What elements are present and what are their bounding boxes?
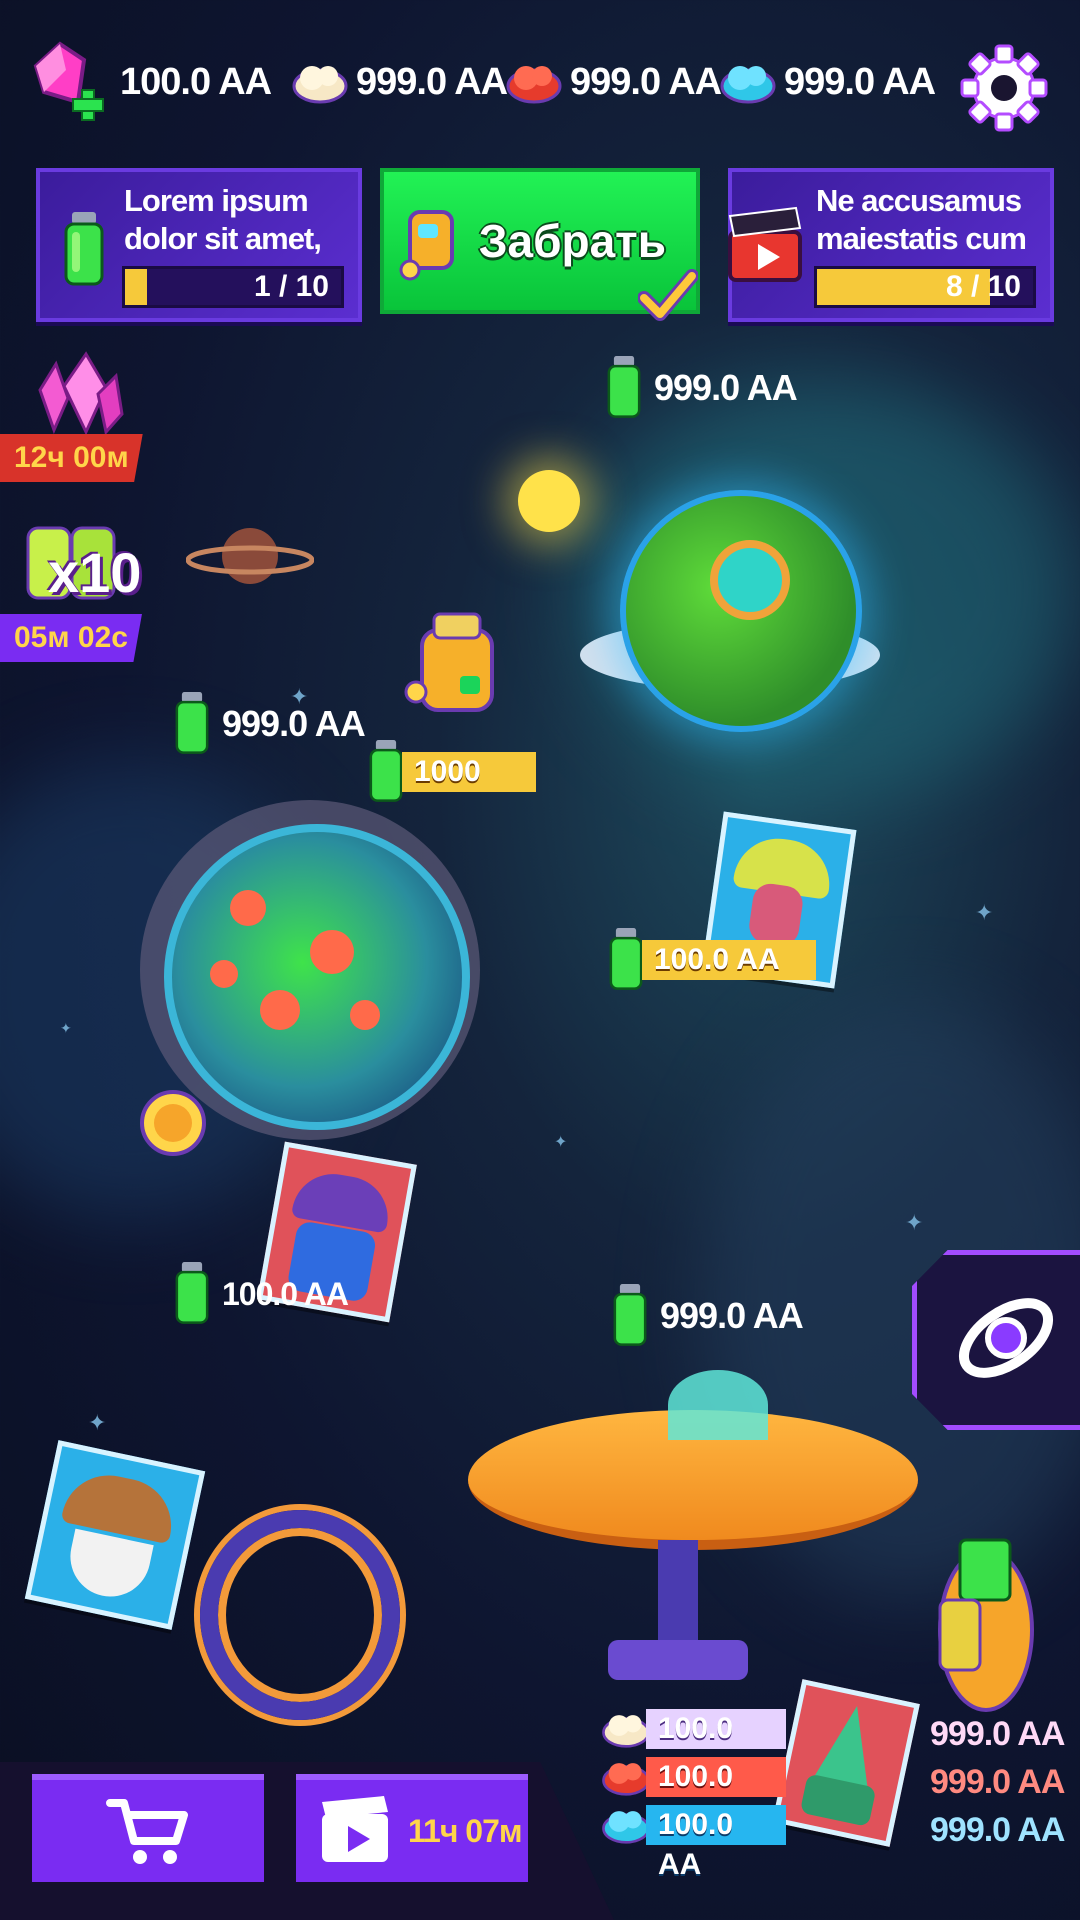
planet-green-world[interactable] — [560, 470, 900, 770]
galaxy-icon — [958, 1298, 1054, 1378]
ship-icon — [399, 210, 454, 281]
quest-right-text: Ne accusamus maiestatis cum — [816, 183, 1027, 256]
claim-button[interactable]: Забрать — [380, 168, 700, 321]
planet2-income[interactable]: 999.0 AA — [172, 692, 366, 756]
mushroom-income-value: 100.0 AA — [642, 940, 816, 980]
crystal-timer: 12ч 00м — [0, 434, 143, 482]
video-reward-button[interactable]: 11ч 07м — [296, 1774, 528, 1882]
cost-white-value: 100.0 AA — [646, 1709, 786, 1785]
planet2-income-value: 999.0 AA — [222, 703, 366, 744]
video-timer: 11ч 07м — [408, 1812, 523, 1849]
check-icon — [638, 269, 698, 321]
quest-left-progress-fill — [125, 269, 147, 305]
video-play-icon — [322, 1796, 388, 1862]
boost-timer: 05м 02с — [0, 614, 142, 662]
red-cloud-amount: 999.0 AA — [570, 60, 722, 103]
base-income-value: 999.0 AA — [660, 1295, 804, 1336]
elder-character-card[interactable] — [24, 1440, 206, 1630]
planet1-income[interactable]: 999.0 AA — [604, 356, 798, 420]
wizard-income-value: 100.0 AA — [222, 1275, 349, 1312]
portal-ring[interactable] — [200, 1510, 400, 1720]
shop-button[interactable] — [32, 1774, 264, 1882]
quest-panel-left[interactable]: Lorem ipsum dolor sit amet, net nec 1 / … — [36, 168, 362, 322]
white-cloud-icon — [292, 66, 348, 104]
ship-cost-badge[interactable]: 1000 — [366, 740, 536, 804]
red-cloud-counter: 999.0 AA — [504, 52, 722, 112]
total-white: 999.0 AA — [930, 1715, 1065, 1753]
cargo-ship[interactable] — [920, 1520, 1040, 1720]
gear-icon[interactable] — [960, 44, 1048, 132]
quest-right-progress: 8 / 10 — [814, 266, 1036, 308]
orb-drone — [140, 1090, 206, 1156]
galaxy-button[interactable] — [912, 1250, 1080, 1430]
cost-row-white[interactable]: 100.0 AA — [600, 1708, 786, 1785]
cart-icon — [106, 1799, 188, 1864]
yellow-ship[interactable] — [400, 600, 510, 730]
green-jar-icon — [607, 356, 641, 418]
blue-cloud-amount: 999.0 AA — [784, 60, 936, 103]
red-cloud-icon — [506, 66, 562, 104]
mushroom-income[interactable]: 100.0 AA — [606, 928, 816, 992]
crystal-offer[interactable]: 12ч 00м — [0, 350, 150, 486]
claim-label: Забрать — [478, 215, 666, 267]
video-clapper-icon — [728, 206, 802, 282]
green-jar-icon — [609, 928, 643, 990]
quest-panel-right[interactable]: Ne accusamus maiestatis cum 8 / 10 — [728, 168, 1054, 322]
gem-counter[interactable]: 100.0 AA — [30, 41, 272, 121]
quest-right-progress-label: 8 / 10 — [945, 270, 1021, 303]
wizard-income[interactable]: 100.0 AA — [172, 1262, 349, 1326]
gem-plus-icon — [33, 41, 104, 121]
white-cloud-amount: 999.0 AA — [356, 60, 508, 103]
green-jar-icon — [175, 692, 209, 754]
green-jar-icon — [175, 1262, 209, 1324]
quest-left-progress-label: 1 / 10 — [253, 270, 329, 303]
green-jar-icon — [613, 1284, 647, 1346]
white-cloud-icon — [602, 1715, 650, 1748]
green-jar-icon — [64, 212, 104, 286]
gem-amount: 100.0 AA — [120, 60, 272, 103]
ringed-planet — [186, 528, 314, 584]
ship-cost-value: 1000 — [402, 752, 536, 792]
blue-cloud-icon — [720, 66, 776, 104]
boost-offer[interactable]: x10 05м 02с — [0, 520, 150, 664]
white-cloud-counter: 999.0 AA — [290, 52, 508, 112]
saucer-base[interactable] — [468, 1350, 918, 1680]
green-jar-icon — [369, 740, 403, 802]
quest-left-progress: 1 / 10 — [122, 266, 344, 308]
boost-multiplier: x10 — [48, 541, 142, 604]
planet1-income-value: 999.0 AA — [654, 367, 798, 408]
crystals-icon — [38, 351, 124, 436]
base-income[interactable]: 999.0 AA — [610, 1284, 804, 1348]
blue-cloud-counter: 999.0 AA — [718, 52, 936, 112]
bottom-bar: 11ч 07м — [0, 1760, 1080, 1920]
